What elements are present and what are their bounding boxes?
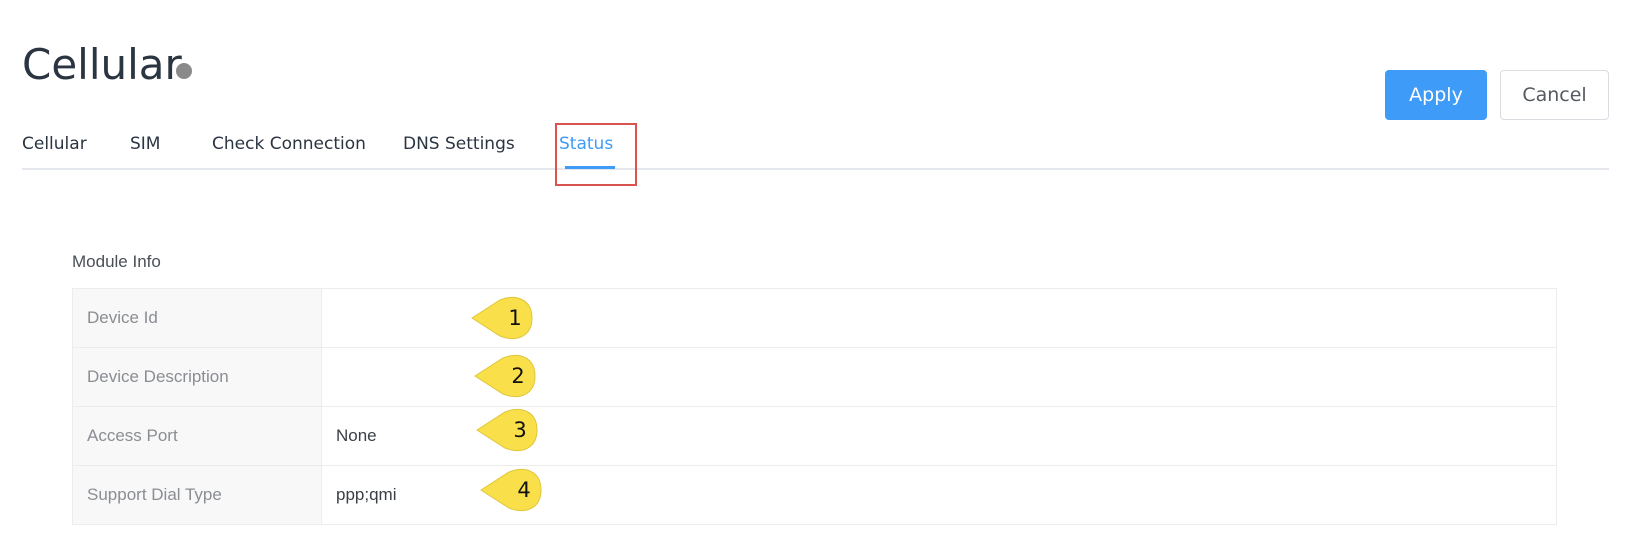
- tab-divider: [22, 168, 1609, 170]
- callout-marker-1: 1: [470, 296, 536, 340]
- callout-marker-2: 2: [473, 354, 539, 398]
- callout-marker-4: 4: [479, 468, 545, 512]
- tab-bar: Cellular SIM Check Connection DNS Settin…: [22, 130, 1609, 170]
- access-port-label: Access Port: [72, 406, 322, 466]
- module-info-table: Device Id Device Description Access Port…: [72, 288, 1557, 525]
- callout-marker-3: 3: [475, 408, 541, 452]
- tab-dns-settings[interactable]: DNS Settings: [403, 130, 515, 170]
- status-dot-icon: [176, 63, 192, 79]
- page-title: Cellular: [22, 40, 182, 89]
- device-id-label: Device Id: [72, 288, 322, 348]
- module-info-heading: Module Info: [72, 252, 161, 271]
- callout-number: 2: [511, 364, 525, 388]
- table-row: Support Dial Type ppp;qmi: [72, 465, 1557, 525]
- callout-number: 1: [508, 306, 522, 330]
- table-row: Device Id: [72, 288, 1557, 348]
- cancel-button[interactable]: Cancel: [1500, 70, 1609, 120]
- callout-number: 3: [513, 418, 527, 442]
- support-dial-type-label: Support Dial Type: [72, 465, 322, 525]
- table-row: Access Port None: [72, 406, 1557, 466]
- device-description-label: Device Description: [72, 347, 322, 407]
- tab-sim[interactable]: SIM: [130, 130, 160, 170]
- tab-cellular[interactable]: Cellular: [22, 130, 87, 170]
- table-row: Device Description: [72, 347, 1557, 407]
- apply-button[interactable]: Apply: [1385, 70, 1487, 120]
- callout-number: 4: [517, 478, 531, 502]
- status-tab-highlight: [555, 123, 637, 186]
- tab-check-connection[interactable]: Check Connection: [212, 130, 366, 170]
